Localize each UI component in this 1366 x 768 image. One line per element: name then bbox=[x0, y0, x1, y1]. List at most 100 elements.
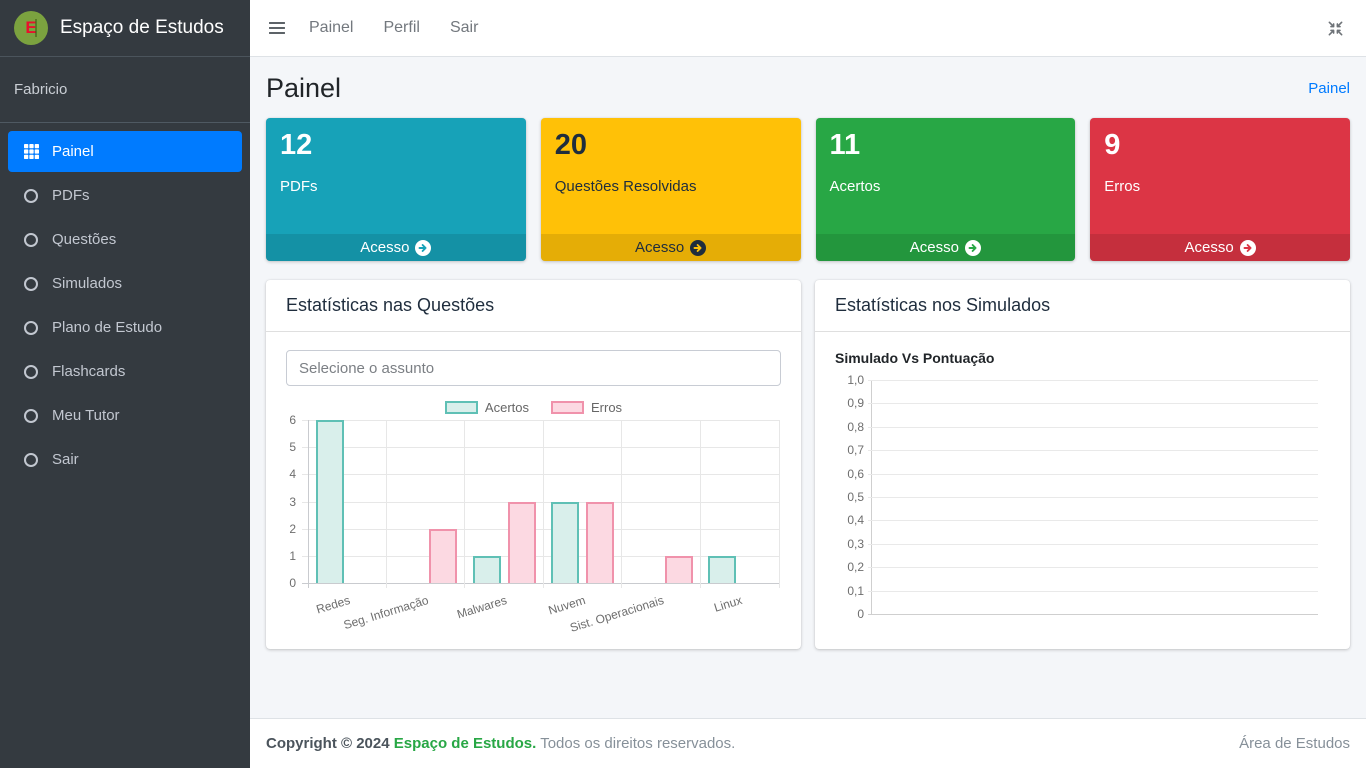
panel-body: Simulado Vs Pontuação 1,00,90,80,70,60,5… bbox=[815, 332, 1350, 640]
legend-label: Erros bbox=[591, 400, 622, 415]
bar-chart: 0123456 bbox=[308, 420, 779, 583]
y-axis-tick: 1 bbox=[289, 549, 296, 563]
main-area: Painel Perfil Sair Painel Painel bbox=[250, 0, 1366, 768]
panel-header: Estatísticas nas Questões bbox=[266, 280, 801, 332]
x-axis-label: Nuvem bbox=[546, 593, 586, 618]
y-axis-tick: 0,1 bbox=[830, 584, 864, 598]
bar-erros-Sist. Operacionais bbox=[665, 556, 693, 583]
compress-icon[interactable] bbox=[1321, 16, 1350, 41]
y-axis-tick: 0,3 bbox=[830, 537, 864, 551]
sidebar-item-sair[interactable]: Sair bbox=[8, 439, 242, 480]
sidebar-item-meu-tutor[interactable]: Meu Tutor bbox=[8, 395, 242, 436]
y-axis-tick: 0,9 bbox=[830, 396, 864, 410]
bar-chart-x-labels: RedesSeg. InformaçãoMalwaresNuvemSist. O… bbox=[308, 583, 779, 639]
navbar-link-painel[interactable]: Painel bbox=[294, 19, 368, 37]
legend-swatch bbox=[551, 401, 584, 414]
stat-card-access-link[interactable]: Acesso bbox=[266, 234, 526, 261]
hamburger-menu-icon[interactable] bbox=[266, 20, 294, 36]
panel-header: Estatísticas nos Simulados bbox=[815, 280, 1350, 332]
footer-copyright-prefix: Copyright © 2024 bbox=[266, 735, 390, 752]
circle-icon bbox=[16, 453, 46, 467]
legend-swatch bbox=[445, 401, 478, 414]
top-navbar-left: Painel Perfil Sair bbox=[266, 19, 493, 37]
navbar-link-perfil[interactable]: Perfil bbox=[368, 19, 434, 37]
arrow-circle-right-icon bbox=[1240, 240, 1256, 256]
bar-acertos-Redes bbox=[316, 420, 344, 583]
sidebar-item-flashcards[interactable]: Flashcards bbox=[8, 351, 242, 392]
sidebar-item-pdfs[interactable]: PDFs bbox=[8, 175, 242, 216]
y-axis-tick: 0,6 bbox=[830, 467, 864, 481]
sidebar-item-label: Questões bbox=[52, 231, 116, 248]
sidebar-item-label: Sair bbox=[52, 451, 79, 468]
legend-label: Acertos bbox=[485, 400, 529, 415]
y-axis-tick: 0 bbox=[289, 576, 296, 590]
stat-card-value: 11 bbox=[830, 130, 1062, 162]
stat-card-label: Questões Resolvidas bbox=[555, 178, 787, 195]
y-axis-tick: 3 bbox=[289, 495, 296, 509]
y-axis-tick: 5 bbox=[289, 440, 296, 454]
stat-card-inner: 9 Erros bbox=[1090, 118, 1350, 234]
y-axis-tick: 2 bbox=[289, 522, 296, 536]
legend-item: Acertos bbox=[445, 400, 529, 415]
breadcrumb[interactable]: Painel bbox=[1308, 80, 1350, 97]
sidebar-item-questoes[interactable]: Questões bbox=[8, 219, 242, 260]
chart-legend: Acertos Erros bbox=[286, 396, 781, 418]
sidebar-item-label: Meu Tutor bbox=[52, 407, 120, 424]
y-axis-tick: 0,7 bbox=[830, 443, 864, 457]
stat-card-value: 12 bbox=[280, 130, 512, 162]
circle-icon bbox=[16, 277, 46, 291]
stat-card-questoes-resolvidas: 20 Questões Resolvidas Acesso bbox=[541, 118, 801, 261]
content-wrapper: Painel Painel 12 PDFs Acesso bbox=[250, 57, 1366, 768]
access-label: Acesso bbox=[360, 239, 409, 256]
stat-card-acertos: 11 Acertos Acesso bbox=[816, 118, 1076, 261]
subject-select[interactable] bbox=[286, 350, 781, 386]
sidebar-item-painel[interactable]: Painel bbox=[8, 131, 242, 172]
stat-card-access-link[interactable]: Acesso bbox=[1090, 234, 1350, 261]
y-axis-tick: 0,4 bbox=[830, 513, 864, 527]
stat-card-label: PDFs bbox=[280, 178, 512, 195]
y-axis-tick: 0,5 bbox=[830, 490, 864, 504]
panel-title: Estatísticas nos Simulados bbox=[835, 295, 1330, 316]
y-axis-tick: 6 bbox=[289, 413, 296, 427]
circle-icon bbox=[16, 321, 46, 335]
panel-estatisticas-questoes: Estatísticas nas Questões Acertos Erros 0… bbox=[266, 280, 801, 649]
content-spacer bbox=[250, 649, 1366, 718]
arrow-circle-right-icon bbox=[415, 240, 431, 256]
bar-acertos-Linux bbox=[708, 556, 736, 583]
circle-icon bbox=[16, 233, 46, 247]
footer-right-text: Área de Estudos bbox=[1239, 735, 1350, 752]
brand-name: Espaço de Estudos bbox=[60, 17, 224, 39]
sidebar-item-simulados[interactable]: Simulados bbox=[8, 263, 242, 304]
stat-card-inner: 20 Questões Resolvidas bbox=[541, 118, 801, 234]
bar-erros-Malwares bbox=[508, 502, 536, 584]
line-chart-empty: 1,00,90,80,70,60,50,40,30,20,10 bbox=[871, 380, 1318, 614]
arrow-circle-right-icon bbox=[690, 240, 706, 256]
stat-cards-row: 12 PDFs Acesso 20 Questões Resolv bbox=[250, 118, 1366, 261]
circle-icon bbox=[16, 365, 46, 379]
footer-brand-link[interactable]: Espaço de Estudos. bbox=[394, 735, 537, 752]
y-axis-tick: 0,8 bbox=[830, 420, 864, 434]
y-axis-tick: 0,2 bbox=[830, 560, 864, 574]
circle-icon bbox=[16, 409, 46, 423]
sidebar-item-plano-de-estudo[interactable]: Plano de Estudo bbox=[8, 307, 242, 348]
top-navbar: Painel Perfil Sair bbox=[250, 0, 1366, 57]
sidebar-item-label: Simulados bbox=[52, 275, 122, 292]
x-axis-label: Seg. Informação bbox=[342, 593, 430, 632]
circle-icon bbox=[16, 189, 46, 203]
stat-card-access-link[interactable]: Acesso bbox=[816, 234, 1076, 261]
footer: Copyright © 2024 Espaço de Estudos. Todo… bbox=[250, 718, 1366, 768]
stat-card-pdfs: 12 PDFs Acesso bbox=[266, 118, 526, 261]
x-axis-label: Linux bbox=[712, 593, 744, 615]
stat-card-erros: 9 Erros Acesso bbox=[1090, 118, 1350, 261]
stat-card-inner: 11 Acertos bbox=[816, 118, 1076, 234]
stat-card-inner: 12 PDFs bbox=[266, 118, 526, 234]
sidebar-item-label: Painel bbox=[52, 143, 94, 160]
navbar-link-sair[interactable]: Sair bbox=[435, 19, 493, 37]
panel-estatisticas-simulados: Estatísticas nos Simulados Simulado Vs P… bbox=[815, 280, 1350, 649]
sidebar-nav: Painel PDFs Questões Simulados Plano de … bbox=[0, 123, 250, 491]
grid-icon bbox=[16, 144, 46, 159]
bar-acertos-Nuvem bbox=[551, 502, 579, 584]
brand[interactable]: E Espaço de Estudos bbox=[0, 0, 250, 57]
stat-card-access-link[interactable]: Acesso bbox=[541, 234, 801, 261]
stat-card-value: 9 bbox=[1104, 130, 1336, 162]
